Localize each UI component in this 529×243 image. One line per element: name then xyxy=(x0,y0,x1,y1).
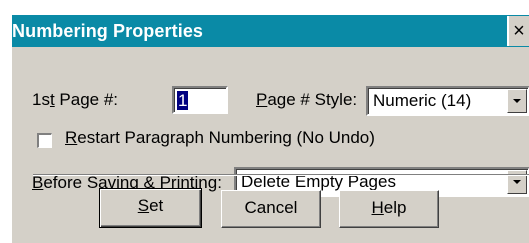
set-button[interactable]: Set xyxy=(99,188,202,228)
cancel-button[interactable]: Cancel xyxy=(221,190,321,228)
restart-checkbox[interactable] xyxy=(37,133,52,148)
cancel-button-label: Cancel xyxy=(244,198,298,217)
restart-label-accel: R xyxy=(65,128,78,147)
help-button-label: elp xyxy=(383,198,407,217)
first-page-label-part: Page #: xyxy=(54,90,119,109)
page-style-label-part: age # Style: xyxy=(267,90,358,109)
first-page-label-part: 1s xyxy=(32,90,50,109)
help-button-accel: H xyxy=(371,198,384,217)
close-icon: × xyxy=(513,20,525,42)
first-page-input[interactable]: 1 xyxy=(172,86,228,114)
title-bar: Numbering Properties × xyxy=(12,15,529,47)
set-button-label: et xyxy=(149,196,164,215)
close-button[interactable]: × xyxy=(507,16,529,46)
page-style-label: Page # Style: xyxy=(256,90,357,110)
first-page-value: 1 xyxy=(177,91,189,110)
page-style-label-accel: P xyxy=(256,90,268,109)
separator xyxy=(33,174,529,176)
restart-label[interactable]: Restart Paragraph Numbering (No Undo) xyxy=(65,128,375,148)
set-button-accel: S xyxy=(137,196,150,215)
first-page-label: 1st Page #: xyxy=(32,90,118,110)
restart-label-part: estart Paragraph Numbering (No Undo) xyxy=(77,128,375,147)
chevron-down-icon[interactable] xyxy=(507,89,527,113)
page-style-select[interactable]: Numeric (14) xyxy=(366,86,529,116)
dialog-title: Numbering Properties xyxy=(12,21,204,41)
page-style-value: Numeric (14) xyxy=(373,91,472,110)
help-button[interactable]: Help xyxy=(339,190,439,228)
